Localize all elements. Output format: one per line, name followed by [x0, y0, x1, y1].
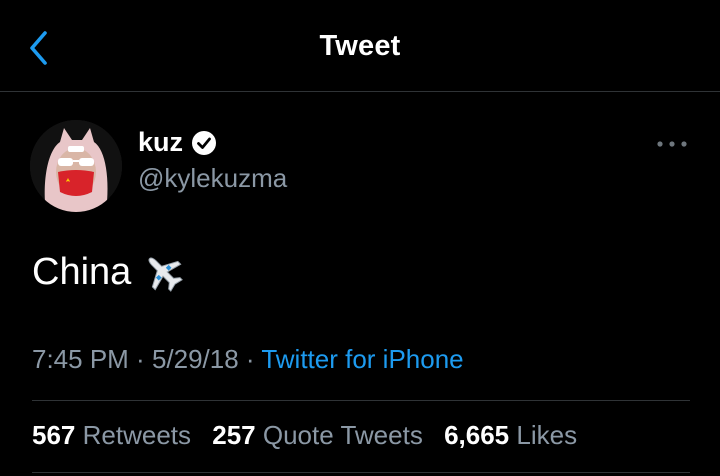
- tweet-text: China: [32, 250, 185, 294]
- meta-separator: ·: [128, 344, 152, 374]
- retweets-count: 567: [32, 420, 76, 450]
- divider: [32, 400, 690, 401]
- tweet-stats: 567 Retweets 257 Quote Tweets 6,665 Like…: [32, 420, 591, 451]
- likes-label: Likes: [516, 420, 578, 450]
- likes-count: 6,665: [444, 420, 510, 450]
- verified-badge-icon: [191, 130, 217, 156]
- airplane-emoji: [148, 257, 184, 292]
- author-name-row[interactable]: kuz: [138, 127, 217, 158]
- top-bar: Tweet: [0, 0, 720, 92]
- retweets-stat[interactable]: 567 Retweets: [32, 420, 191, 450]
- meta-separator: ·: [238, 344, 262, 374]
- divider: [32, 472, 690, 473]
- avatar[interactable]: [30, 120, 122, 212]
- quote-tweets-label: Quote Tweets: [262, 420, 423, 450]
- retweets-label: Retweets: [82, 420, 192, 450]
- author-name[interactable]: kuz: [138, 127, 183, 158]
- more-horizontal-icon: [657, 141, 687, 147]
- quote-tweets-stat[interactable]: 257 Quote Tweets: [212, 420, 423, 450]
- tweet-meta: 7:45 PM · 5/29/18 · Twitter for iPhone: [32, 344, 464, 375]
- avatar-image: [30, 120, 122, 212]
- quote-tweets-count: 257: [212, 420, 256, 450]
- tweet-date[interactable]: 5/29/18: [152, 344, 239, 374]
- author-handle[interactable]: @kylekuzma: [138, 163, 287, 194]
- tweet-text-content: China: [32, 250, 132, 293]
- likes-stat[interactable]: 6,665 Likes: [444, 420, 577, 450]
- tweet-source-link[interactable]: Twitter for iPhone: [261, 344, 463, 374]
- more-options-button[interactable]: [652, 132, 692, 156]
- tweet-time[interactable]: 7:45 PM: [32, 344, 129, 374]
- page-title: Tweet: [319, 30, 401, 62]
